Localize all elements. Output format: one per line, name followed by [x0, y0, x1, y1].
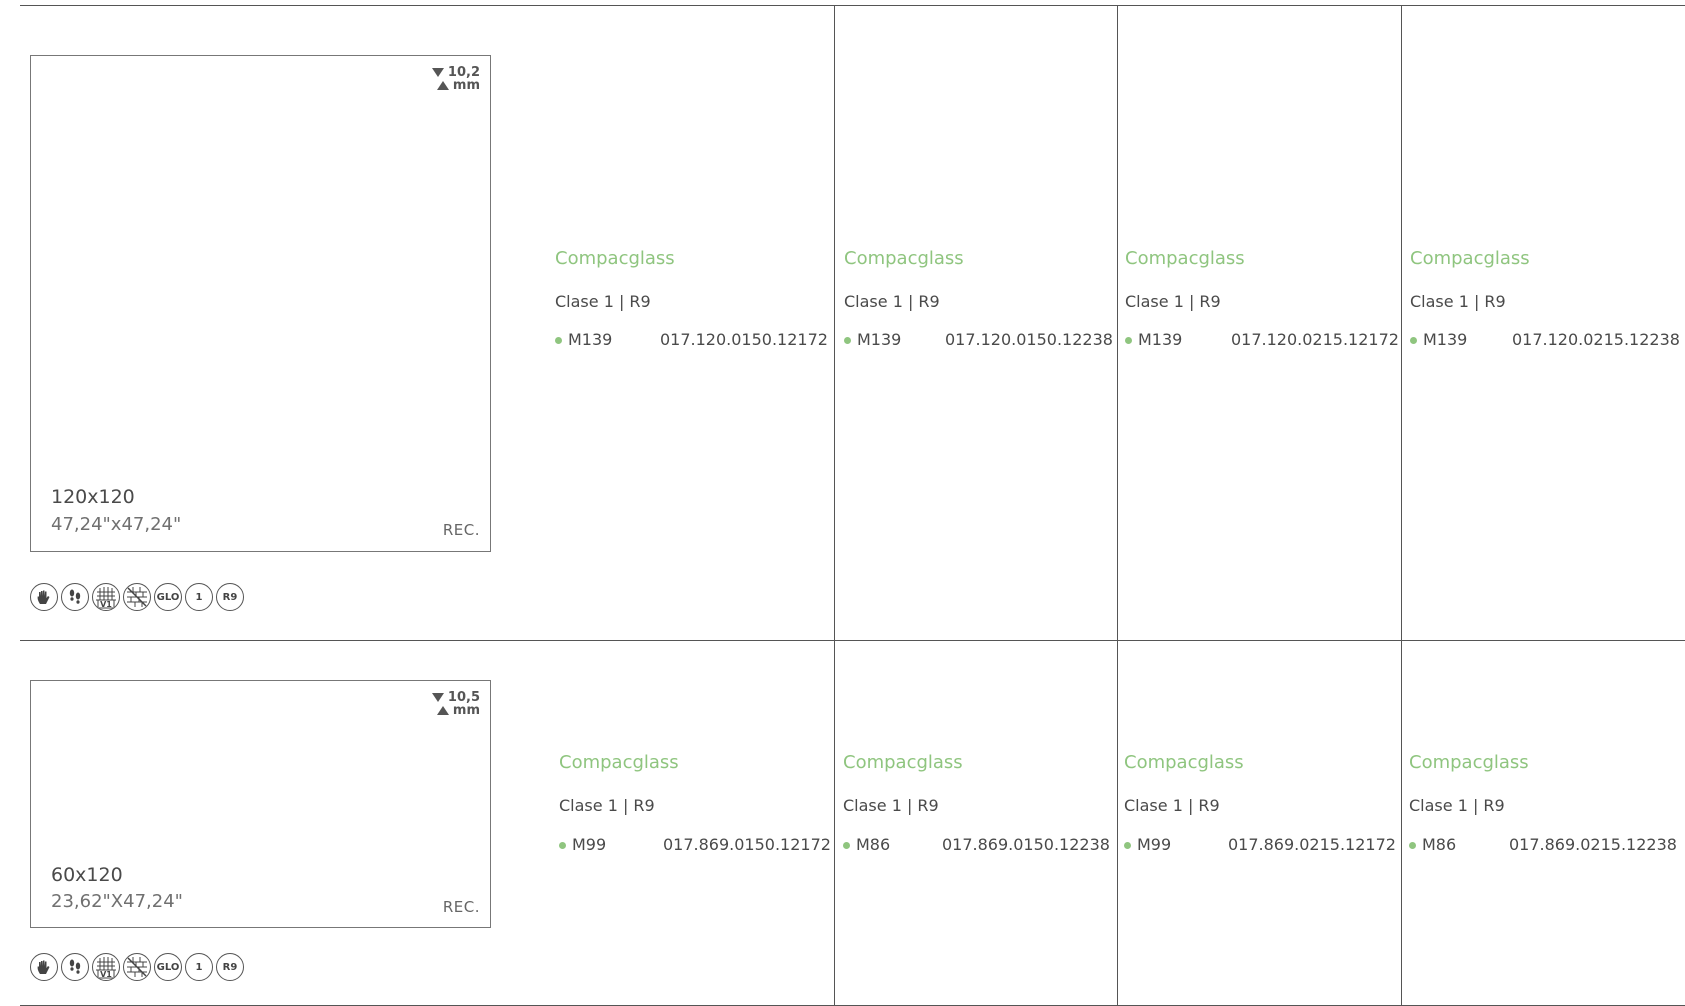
product-name: Compacglass — [843, 752, 963, 773]
product-class: Clase 1 | R9 — [843, 796, 939, 815]
tile-preview: 10,2 mm 120x120 47,24"x47,24" REC. — [30, 55, 491, 552]
arrow-up-icon — [436, 706, 449, 715]
r9-label: R9 — [222, 591, 238, 603]
footprints-icon — [61, 953, 89, 981]
model-code: M139 — [857, 330, 902, 349]
thickness-unit: mm — [452, 78, 480, 93]
product-class: Clase 1 | R9 — [844, 292, 940, 311]
glo-label: GLO — [156, 961, 180, 973]
clase-label: 1 — [195, 961, 203, 973]
product-class: Clase 1 | R9 — [1409, 796, 1505, 815]
product-name: Compacglass — [559, 752, 679, 773]
product-reference: 017.869.0150.12172 — [663, 835, 831, 854]
bullet-dot-icon — [1125, 337, 1132, 344]
feature-icons: V1 GLO 1 R9 — [30, 583, 244, 611]
wall-crossed-icon — [123, 953, 151, 981]
grid-v1-label: V1 — [100, 600, 112, 609]
product-class: Clase 1 | R9 — [555, 292, 651, 311]
product-model: M99 — [1124, 835, 1171, 854]
bullet-dot-icon — [844, 337, 851, 344]
product-reference: 017.120.0215.12238 — [1512, 330, 1680, 349]
hand-icon — [30, 953, 58, 981]
product-reference: 017.869.0215.12238 — [1509, 835, 1677, 854]
column-divider — [834, 5, 835, 1005]
rectified-label: REC. — [442, 521, 480, 539]
product-model: M86 — [1409, 835, 1456, 854]
bullet-dot-icon — [559, 842, 566, 849]
product-model: M99 — [559, 835, 606, 854]
tile-size-cm: 60x120 — [51, 864, 123, 886]
hand-icon — [30, 583, 58, 611]
thickness-indicator: 10,2 mm — [431, 66, 480, 93]
thickness-indicator: 10,5 mm — [431, 691, 480, 718]
r9-icon: R9 — [216, 953, 244, 981]
tile-size-inches: 23,62"X47,24" — [51, 891, 183, 912]
clase-1-icon: 1 — [185, 583, 213, 611]
product-reference: 017.120.0215.12172 — [1231, 330, 1399, 349]
divider-middle — [20, 640, 1685, 641]
product-reference: 017.120.0150.12172 — [660, 330, 828, 349]
tile-size-cm: 120x120 — [51, 486, 135, 508]
product-model: M86 — [843, 835, 890, 854]
product-name: Compacglass — [1409, 752, 1529, 773]
arrow-down-icon — [431, 68, 444, 77]
product-name: Compacglass — [1124, 752, 1244, 773]
product-class: Clase 1 | R9 — [559, 796, 655, 815]
footprints-icon — [61, 583, 89, 611]
r9-label: R9 — [222, 961, 238, 973]
bullet-dot-icon — [1124, 842, 1131, 849]
product-class: Clase 1 | R9 — [1410, 292, 1506, 311]
grid-v1-label: V1 — [100, 970, 112, 979]
product-class: Clase 1 | R9 — [1124, 796, 1220, 815]
bullet-dot-icon — [1409, 842, 1416, 849]
column-divider — [1117, 5, 1118, 1005]
divider-top — [20, 5, 1685, 6]
r9-icon: R9 — [216, 583, 244, 611]
glo-label: GLO — [156, 591, 180, 603]
glo-icon: GLO — [154, 953, 182, 981]
bullet-dot-icon — [843, 842, 850, 849]
product-model: M139 — [1125, 330, 1182, 349]
model-code: M139 — [568, 330, 613, 349]
grid-v1-icon: V1 — [92, 953, 120, 981]
wall-crossed-icon — [123, 583, 151, 611]
product-reference: 017.869.0215.12172 — [1228, 835, 1396, 854]
grid-v1-icon: V1 — [92, 583, 120, 611]
product-model: M139 — [555, 330, 612, 349]
product-name: Compacglass — [1410, 248, 1530, 269]
rectified-label: REC. — [442, 898, 480, 916]
bullet-dot-icon — [555, 337, 562, 344]
glo-icon: GLO — [154, 583, 182, 611]
model-code: M99 — [1137, 835, 1172, 854]
product-model: M139 — [1410, 330, 1467, 349]
product-name: Compacglass — [844, 248, 964, 269]
arrow-down-icon — [431, 693, 444, 702]
clase-label: 1 — [195, 591, 203, 603]
model-code: M139 — [1138, 330, 1183, 349]
model-code: M99 — [572, 835, 607, 854]
product-name: Compacglass — [1125, 248, 1245, 269]
column-divider — [1401, 5, 1402, 1005]
thickness-unit: mm — [452, 703, 480, 718]
tile-size-inches: 47,24"x47,24" — [51, 514, 182, 535]
clase-1-icon: 1 — [185, 953, 213, 981]
tile-preview: 10,5 mm 60x120 23,62"X47,24" REC. — [30, 680, 491, 928]
product-model: M139 — [844, 330, 901, 349]
arrow-up-icon — [436, 81, 449, 90]
product-name: Compacglass — [555, 248, 675, 269]
feature-icons: V1 GLO 1 R9 — [30, 953, 244, 981]
model-code: M86 — [1422, 835, 1457, 854]
model-code: M86 — [856, 835, 891, 854]
bullet-dot-icon — [1410, 337, 1417, 344]
product-class: Clase 1 | R9 — [1125, 292, 1221, 311]
product-reference: 017.869.0150.12238 — [942, 835, 1110, 854]
product-reference: 017.120.0150.12238 — [945, 330, 1113, 349]
model-code: M139 — [1423, 330, 1468, 349]
